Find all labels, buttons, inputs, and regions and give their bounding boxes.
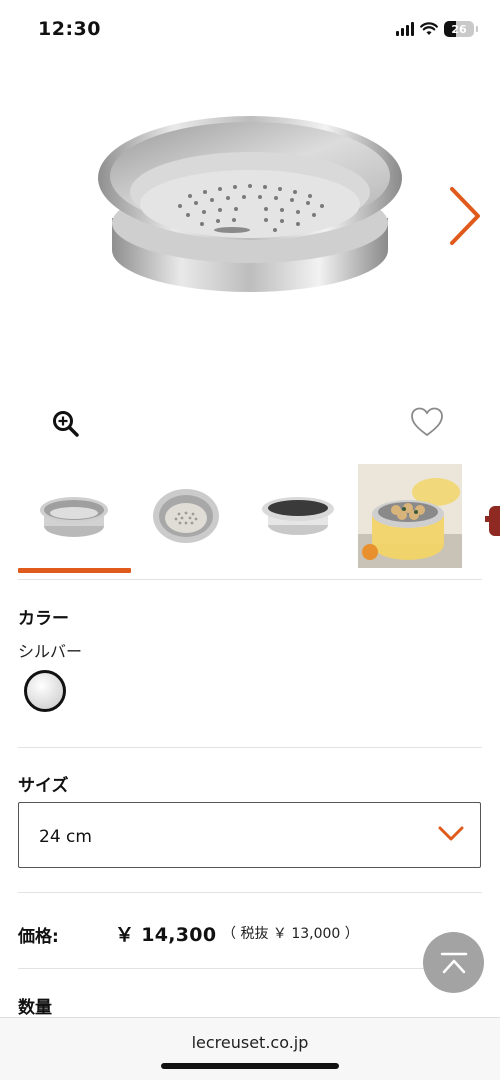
size-select[interactable]: 24 cm: [18, 802, 481, 868]
price-value: ￥ 14,300: [115, 924, 217, 946]
product-image: [98, 116, 402, 292]
color-swatch-silver[interactable]: [24, 670, 66, 712]
color-value: シルバー: [18, 642, 83, 661]
battery-level: 26: [451, 22, 467, 36]
home-indicator[interactable]: [161, 1063, 339, 1069]
thumbnail-2[interactable]: [134, 464, 238, 568]
wifi-icon: [420, 22, 438, 35]
active-thumbnail-indicator: [18, 568, 131, 573]
status-icons: 26: [396, 21, 478, 37]
size-label: サイズ: [18, 776, 69, 796]
url-text[interactable]: lecreuset.co.jp: [0, 1033, 500, 1052]
quantity-label: 数量: [18, 998, 52, 1018]
chevron-up-icon: [440, 952, 467, 973]
next-image-arrow-icon[interactable]: [448, 185, 482, 247]
battery-icon: 26: [444, 21, 474, 37]
browser-address-bar[interactable]: lecreuset.co.jp: [0, 1017, 500, 1080]
thumbnail-4[interactable]: [358, 464, 462, 568]
price-tax-excluded: （ 税抜 ￥ 13,000 ）: [222, 926, 359, 942]
divider: [18, 892, 482, 893]
status-time: 12:30: [38, 18, 101, 40]
divider: [18, 747, 482, 748]
thumbnail-5[interactable]: [470, 464, 500, 568]
favorite-heart-icon[interactable]: [410, 406, 444, 438]
signal-icon: [396, 22, 414, 36]
status-bar: 12:30 26: [0, 0, 500, 58]
chevron-down-icon: [438, 826, 464, 841]
divider: [18, 579, 482, 580]
thumbnail-strip[interactable]: [0, 464, 500, 582]
thumbnail-3[interactable]: [246, 464, 350, 568]
color-label: カラー: [18, 609, 69, 629]
size-selected-value: 24 cm: [39, 827, 92, 847]
thumbnail-1[interactable]: [22, 464, 126, 568]
zoom-icon[interactable]: [52, 410, 80, 438]
back-to-top-button[interactable]: [423, 932, 484, 993]
price-label: 価格:: [18, 927, 59, 947]
product-image-carousel[interactable]: [0, 70, 500, 390]
divider: [18, 968, 482, 969]
